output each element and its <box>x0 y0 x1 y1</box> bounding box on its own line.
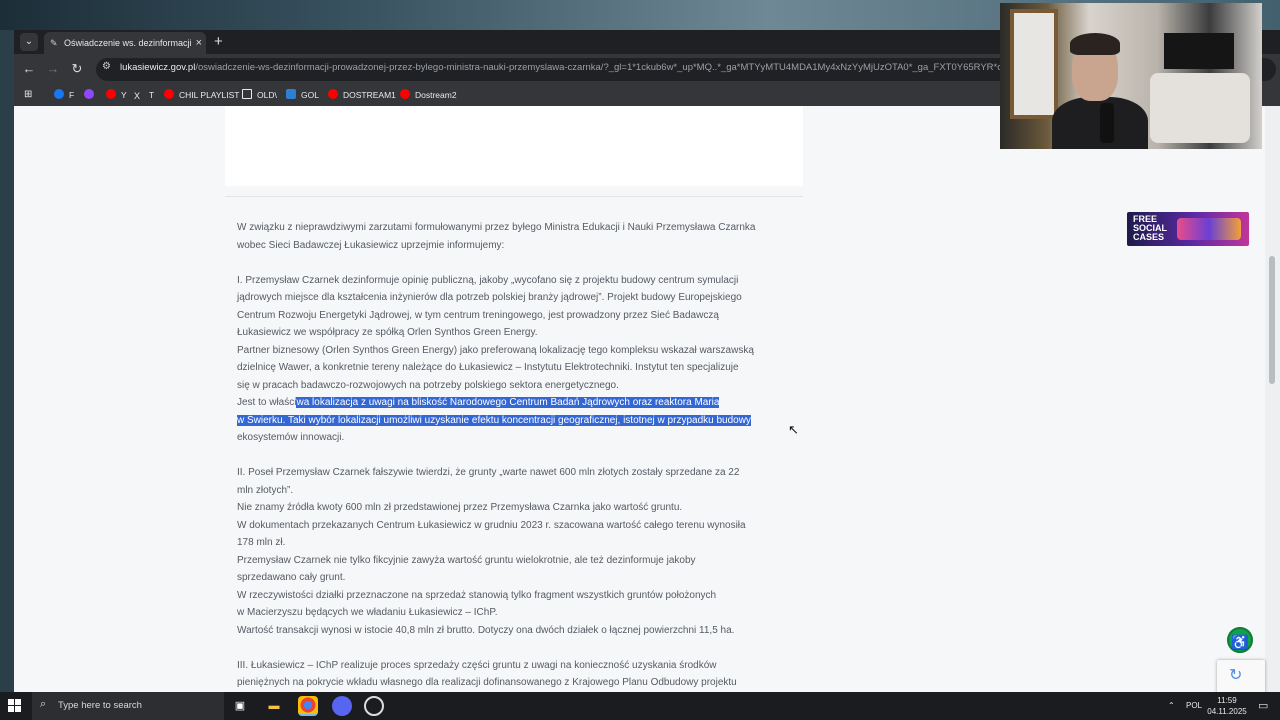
tab-search-dropdown-icon[interactable]: ⌄ <box>20 33 38 51</box>
mouse-cursor-icon: ↖ <box>788 422 799 437</box>
article-body: W związku z nieprawdziwymi zarzutami for… <box>237 219 797 692</box>
windows-start-icon[interactable] <box>8 699 22 713</box>
tab-title: Oświadczenie ws. dezinformacji <box>64 38 192 48</box>
search-icon: ⌕ <box>40 698 47 710</box>
discord-icon[interactable] <box>332 696 352 716</box>
ad-text: FREE SOCIAL CASES <box>1133 214 1167 242</box>
file-explorer-icon[interactable]: ▬ <box>264 696 284 716</box>
text-line: pieniężnych na pokrycie wkładu własnego … <box>237 677 737 688</box>
twitch-icon <box>84 89 94 99</box>
scrollbar-thumb[interactable] <box>1269 256 1275 384</box>
text-line: W związku z nieprawdziwymi zarzutami for… <box>237 222 756 233</box>
forward-arrow-icon[interactable]: → <box>44 60 62 78</box>
accessibility-icon[interactable]: ♿ <box>1227 627 1253 653</box>
tab-favicon-icon: ✎ <box>50 38 58 48</box>
recaptcha-badge[interactable]: ↻ <box>1217 660 1265 692</box>
text-line: dzielnicę Wawer, a konkretnie tereny nal… <box>237 362 739 373</box>
apps-grid-icon[interactable]: ⊞ <box>24 88 32 102</box>
bookmark-folder-old[interactable]: OLD\ <box>242 88 277 102</box>
clock-time: 11:59 <box>1217 696 1237 705</box>
text-line: I. Przemysław Czarnek dezinformuje opini… <box>237 274 739 286</box>
youtube-icon <box>328 89 338 99</box>
webcam-tv <box>1164 33 1234 69</box>
selected-text: wa lokalizacja z uwagi na bliskość Narod… <box>296 397 720 408</box>
taskbar-search[interactable]: ⌕ Type here to search <box>32 692 224 720</box>
text-line: Partner biznesowy (Orlen Synthos Green E… <box>237 344 754 356</box>
header-card <box>225 106 803 186</box>
youtube-icon <box>106 89 116 99</box>
bookmark-dostream1[interactable]: DOSTREAM1 <box>328 88 396 102</box>
section-2: II. Poseł Przemysław Czarnek fałszywie t… <box>237 464 797 639</box>
text-line: Łukasiewicz we współpracy ze spółką Orle… <box>237 327 538 338</box>
clock-date: 04.11.2025 <box>1207 707 1247 716</box>
text-line: w Świerku. Taki wybór lokalizacji umożli… <box>237 412 797 430</box>
tray-chevron-icon[interactable]: ⌃ <box>1168 692 1175 720</box>
text-line: Przemysław Czarnek nie tylko fikcyjnie z… <box>237 554 696 566</box>
facebook-icon <box>54 89 64 99</box>
site-info-icon[interactable]: ⚙ <box>102 61 111 72</box>
text-line: W rzeczywistości działki przeznaczone na… <box>237 589 717 601</box>
chrome-icon[interactable] <box>298 696 318 716</box>
bookmark-f[interactable]: F <box>54 88 74 102</box>
bookmark-t[interactable]: XT <box>134 88 154 102</box>
web-page: W związku z nieprawdziwymi zarzutami for… <box>14 106 1280 692</box>
text-line: jądrowych miejsce dla kształcenia inżyni… <box>237 292 742 303</box>
webcam-microphone <box>1100 103 1114 143</box>
folder-icon <box>242 89 252 99</box>
notifications-icon[interactable]: ▭ <box>1258 692 1268 720</box>
ad-banner[interactable]: FREE SOCIAL CASES <box>1127 212 1249 246</box>
webcam-chair <box>1150 73 1250 143</box>
url-path: /oswiadczenie-ws-dezinformacji-prowadzon… <box>195 62 1000 73</box>
obs-icon[interactable] <box>364 696 384 716</box>
bookmark-gol[interactable]: GOL <box>286 88 319 102</box>
text-line: W dokumentach przekazanych Centrum Łukas… <box>237 519 746 531</box>
gol-icon <box>286 89 296 99</box>
recaptcha-icon: ↻ <box>1229 667 1243 684</box>
text-line: Centrum Rozwoju Energetyki Jądrowej, w t… <box>237 309 719 321</box>
webcam-overlay <box>1000 3 1262 149</box>
text-line: ekosystemów innowacji. <box>237 432 345 443</box>
text-line: mln złotych”. <box>237 484 294 496</box>
bookmark-chil-playlist[interactable]: CHIL PLAYLIST <box>164 88 239 102</box>
section-1: I. Przemysław Czarnek dezinformuje opini… <box>237 272 797 447</box>
x-icon: X <box>134 91 141 101</box>
divider <box>225 196 803 197</box>
selected-text: w Świerku. Taki wybór lokalizacji umożli… <box>237 414 751 426</box>
text-line: II. Poseł Przemysław Czarnek fałszywie t… <box>237 467 740 478</box>
youtube-icon <box>164 89 174 99</box>
webcam-window-frame <box>1010 9 1058 119</box>
bookmark-dostream2[interactable]: Dostream2 <box>400 88 457 102</box>
windows-taskbar: ⌕ Type here to search ▣ ▬ ⌃ POL 11:59 04… <box>0 692 1280 720</box>
back-arrow-icon[interactable]: ← <box>20 60 38 78</box>
clock[interactable]: 11:59 04.11.2025 <box>1200 695 1254 717</box>
page-scrollbar[interactable] <box>1265 106 1280 692</box>
new-tab-button[interactable]: + <box>214 31 223 53</box>
task-view-icon[interactable]: ▣ <box>230 696 250 716</box>
youtube-icon <box>400 89 410 99</box>
bookmark-y[interactable]: Y <box>106 88 127 102</box>
intro-paragraph: W związku z nieprawdziwymi zarzutami for… <box>237 219 797 254</box>
text-line: Nie znamy źródła kwoty 600 mln zł przeds… <box>237 502 683 513</box>
search-placeholder: Type here to search <box>58 700 142 711</box>
text-line: Jest to właściwa lokalizacja z uwagi na … <box>237 394 797 412</box>
text-line: Wartość transakcji wynosi w istocie 40,8… <box>237 624 735 636</box>
webcam-person-hair <box>1070 33 1120 55</box>
text-line: sprzedawano cały grunt. <box>237 572 346 583</box>
browser-tab-active[interactable]: ✎ Oświadczenie ws. dezinformacji × <box>44 32 206 54</box>
tab-close-icon[interactable]: × <box>196 32 202 54</box>
text-line: wobec Sieci Badawczej Łukasiewicz uprzej… <box>237 239 505 251</box>
ad-image <box>1177 218 1241 240</box>
text-line: 178 mln zł. <box>237 537 286 548</box>
url-domain: lukasiewicz.gov.pl <box>120 62 196 73</box>
text-fragment: Jest to właści <box>237 397 297 408</box>
section-3: III. Łukasiewicz – IChP realizuje proces… <box>237 657 797 692</box>
url-text: lukasiewicz.gov.pl/oswiadczenie-ws-dezin… <box>120 62 1000 73</box>
text-line: III. Łukasiewicz – IChP realizuje proces… <box>237 659 717 671</box>
text-line: w Macierzyszu będących we władaniu Łukas… <box>237 607 498 618</box>
bookmark-twitch[interactable] <box>84 88 99 102</box>
text-line: się w pracach badawczo-rozwojowych na po… <box>237 379 619 391</box>
reload-icon[interactable]: ↻ <box>68 60 86 78</box>
